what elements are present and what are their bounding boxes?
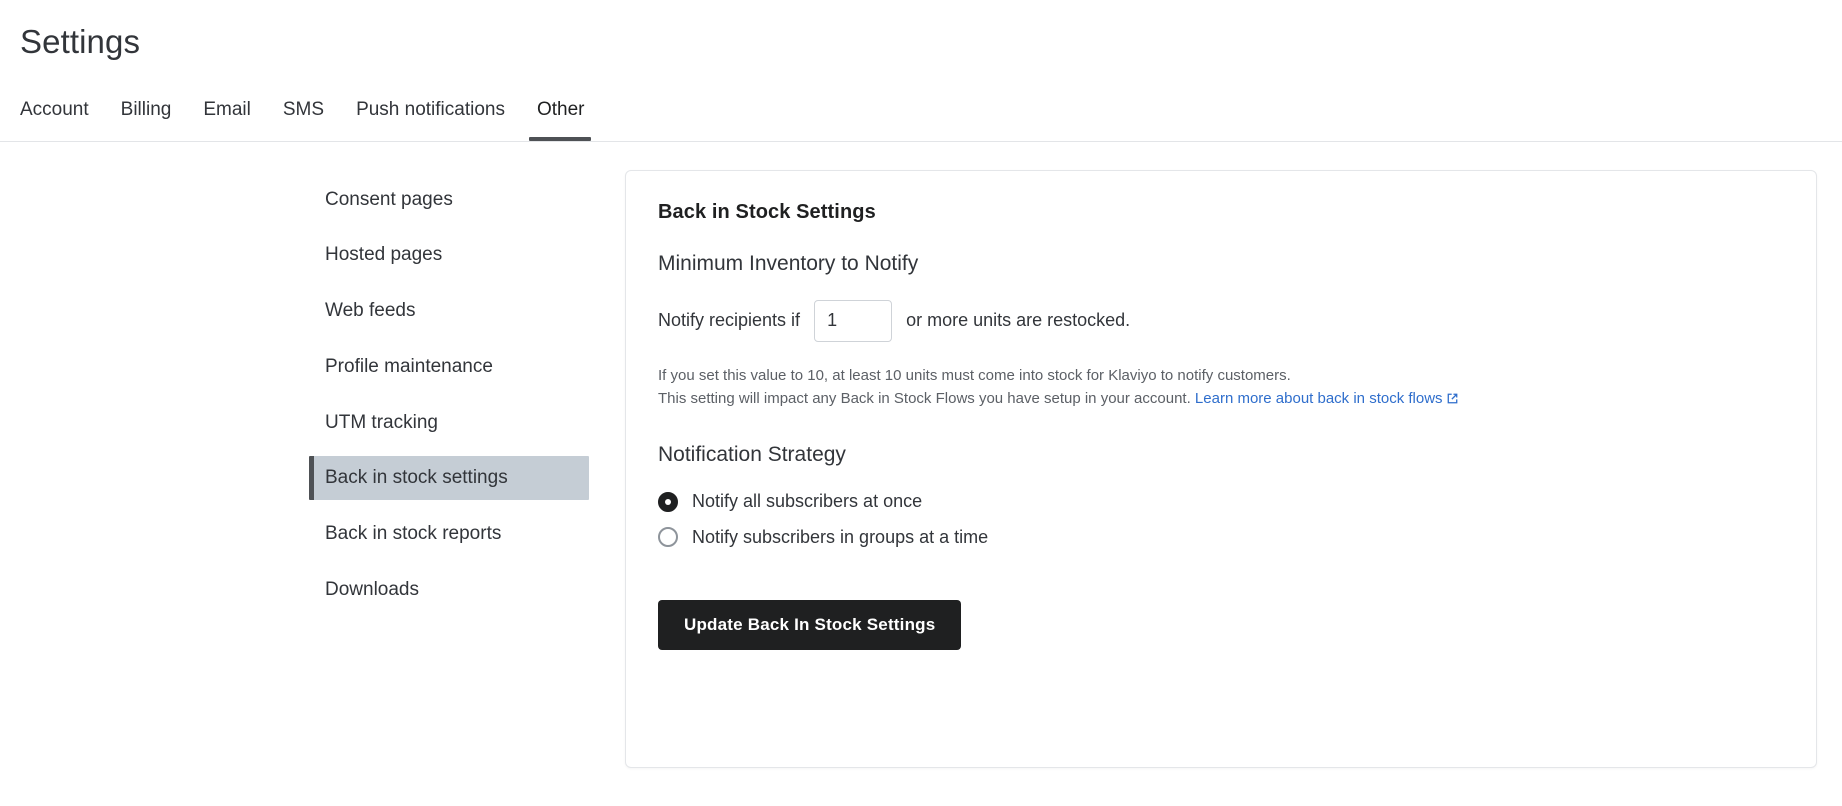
radio-option-label: Notify all subscribers at once — [692, 490, 923, 511]
card-title: Back in Stock Settings — [658, 200, 876, 223]
tab-push-notifications[interactable]: Push notifications — [356, 100, 523, 141]
minimum-inventory-row: Notify recipients if or more units are r… — [658, 299, 1784, 342]
sidebar-item-back-in-stock-reports[interactable]: Back in stock reports — [325, 512, 625, 556]
helper-line-2-wrapper: This setting will impact any Back in Sto… — [658, 387, 1784, 413]
page-title: Settings — [20, 23, 141, 60]
external-link-icon — [1446, 389, 1459, 413]
sidebar-item-web-feeds[interactable]: Web feeds — [325, 289, 625, 333]
main-content: Consent pages Hosted pages Web feeds Profil… — [0, 142, 1842, 768]
settings-sidenav: Consent pages Hosted pages Web feeds Profil… — [309, 170, 625, 768]
minimum-inventory-input[interactable] — [814, 299, 893, 342]
sidebar-item-downloads[interactable]: Downloads — [325, 568, 625, 612]
card-wrapper: Back in Stock Settings Minimum Inventory… — [625, 169, 1842, 768]
notification-strategy-section-title: Notification Strategy — [658, 442, 846, 466]
sidebar-item-profile-maintenance[interactable]: Profile maintenance — [325, 345, 625, 389]
radio-option-0[interactable]: Notify all subscribers at once — [658, 491, 1784, 513]
page-header: Settings — [0, 0, 1842, 62]
helper-line-1: If you set this value to 10, at least 10… — [658, 366, 1291, 384]
tab-email[interactable]: Email — [203, 100, 269, 141]
back-in-stock-settings-card: Back in Stock Settings Minimum Inventory… — [625, 169, 1817, 768]
update-back-in-stock-settings-button[interactable]: Update Back In Stock Settings — [658, 600, 962, 651]
settings-tabbar: Account Billing Email SMS Push notifications… — [0, 62, 1842, 142]
radio-checked-icon[interactable] — [658, 491, 678, 512]
sidebar-item-consent-pages[interactable]: Consent pages — [325, 178, 625, 222]
radio-option-1[interactable]: Notify subscribers in groups at a time — [658, 527, 1784, 549]
notification-strategy-radio-group: Notify all subscribers at once Notify sub… — [658, 491, 1784, 548]
left-spacer — [0, 170, 325, 768]
tab-billing[interactable]: Billing — [121, 100, 190, 141]
notify-prefix-label: Notify recipients if — [658, 310, 801, 331]
notify-suffix-label: or more units are restocked. — [906, 310, 1131, 331]
sidebar-item-back-in-stock-settings[interactable]: Back in stock settings — [309, 456, 589, 501]
radio-unchecked-icon[interactable] — [658, 527, 678, 548]
radio-option-label: Notify subscribers in groups at a time — [692, 526, 989, 547]
learn-more-link-text: Learn more about back in stock flows — [1194, 390, 1443, 408]
sidebar-item-utm-tracking[interactable]: UTM tracking — [325, 401, 625, 445]
helper-line-2: This setting will impact any Back in Sto… — [658, 390, 1191, 408]
sidebar-item-hosted-pages[interactable]: Hosted pages — [325, 233, 625, 277]
minimum-inventory-section-title: Minimum Inventory to Notify — [658, 251, 919, 275]
tab-account[interactable]: Account — [20, 100, 107, 141]
learn-more-back-in-stock-flows-link[interactable]: Learn more about back in stock flows — [1195, 390, 1459, 407]
tab-other[interactable]: Other — [529, 100, 603, 141]
tab-sms[interactable]: SMS — [283, 100, 342, 141]
minimum-inventory-helper-text: If you set this value to 10, at least 10… — [658, 364, 1784, 413]
